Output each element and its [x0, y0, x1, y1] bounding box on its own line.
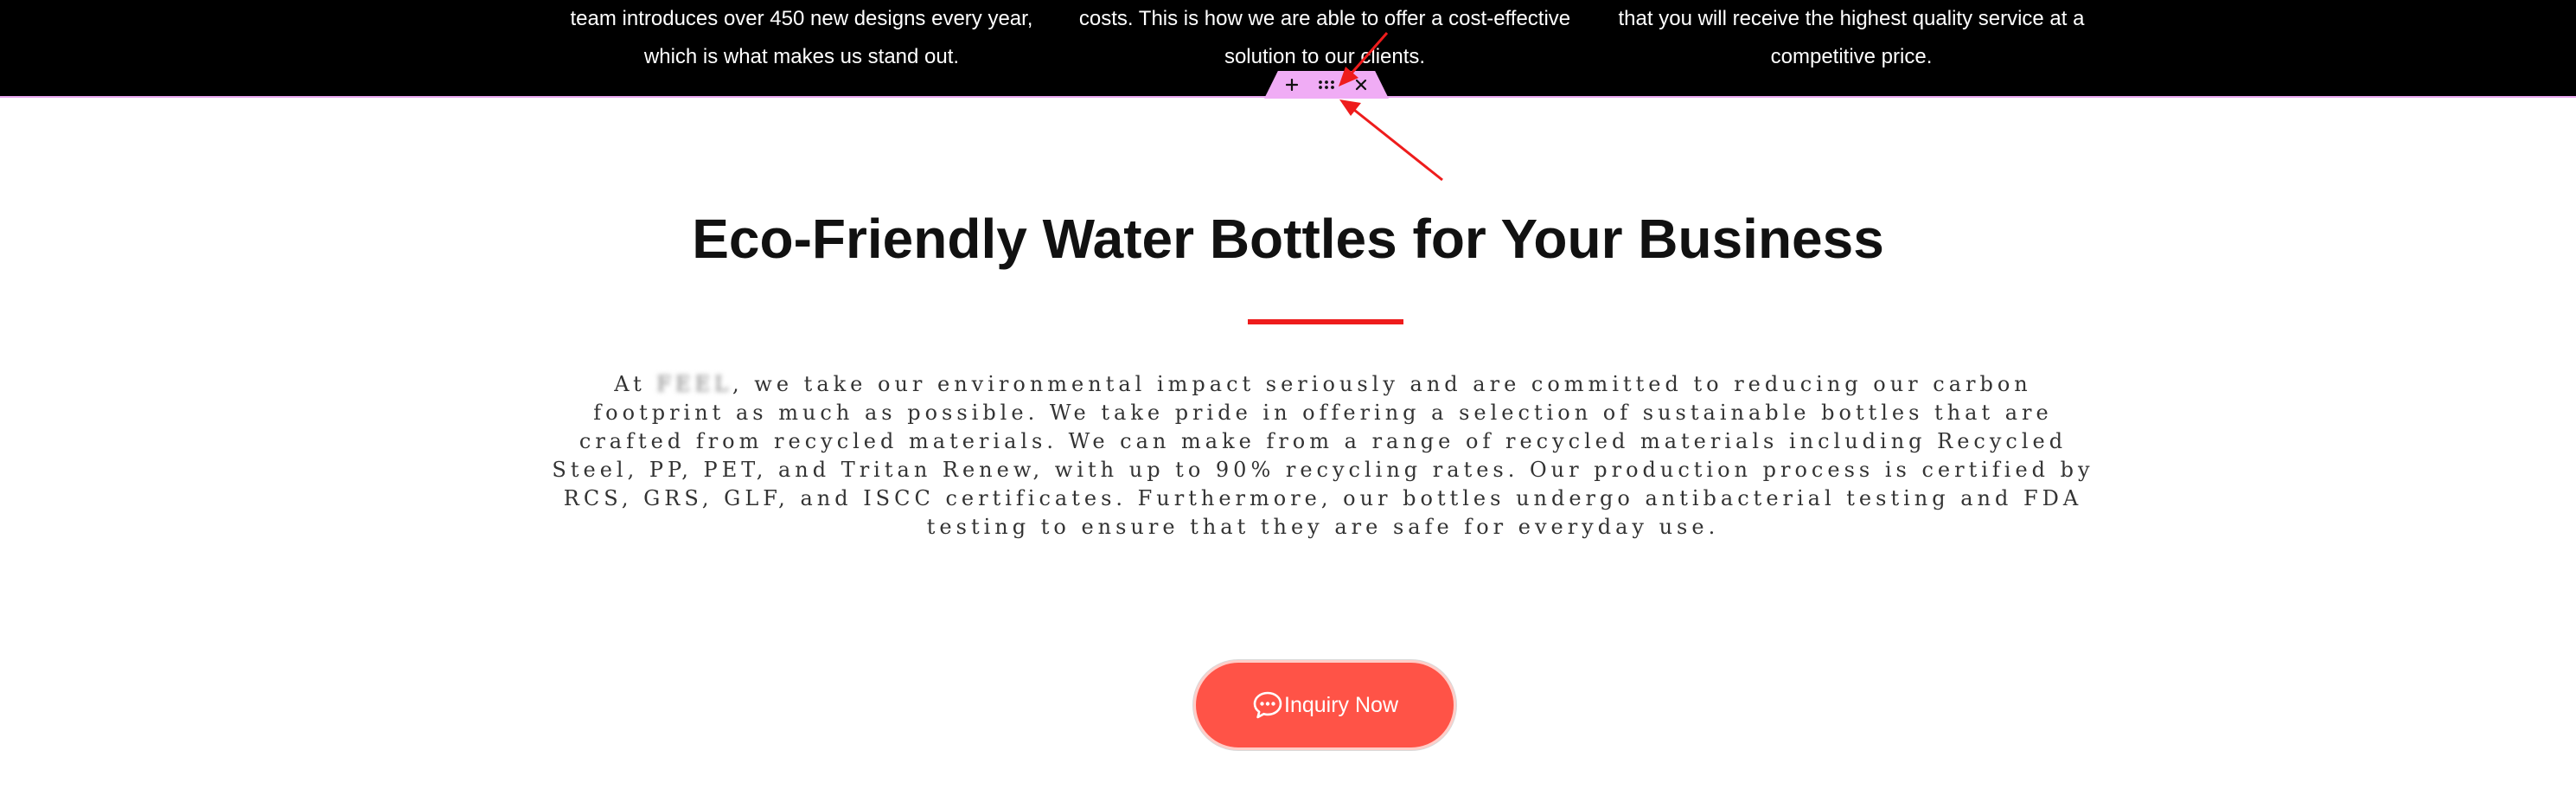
chat-bubble-icon	[1251, 689, 1284, 722]
annotation-arrow-lower	[1339, 99, 1443, 182]
top-column-3: that you will receive the highest qualit…	[1504, 0, 2199, 76]
drag-handle-icon	[1319, 80, 1334, 89]
page-title: Eco-Friendly Water Bottles for Your Busi…	[692, 208, 1884, 270]
brand-name-blurred: FEEL	[656, 372, 733, 396]
top-column-3-line-2: competitive price.	[1770, 45, 1933, 68]
title-divider	[1248, 319, 1403, 324]
add-section-button[interactable]	[1281, 74, 1303, 96]
plus-icon	[1286, 79, 1298, 91]
inquiry-now-button[interactable]: Inquiry Now	[1193, 660, 1456, 750]
top-column-3-line-1: that you will receive the highest qualit…	[1618, 7, 2085, 30]
description-text: , we take our environmental impact serio…	[552, 372, 2094, 539]
section-toolbar	[1264, 71, 1389, 99]
description-paragraph: At FEEL, we take our environmental impac…	[545, 370, 2101, 542]
drag-section-handle[interactable]	[1315, 74, 1338, 96]
inquiry-now-label: Inquiry Now	[1284, 692, 1398, 717]
description-prefix: At	[614, 372, 657, 396]
delete-section-button[interactable]	[1350, 74, 1372, 96]
close-icon	[1355, 79, 1367, 91]
